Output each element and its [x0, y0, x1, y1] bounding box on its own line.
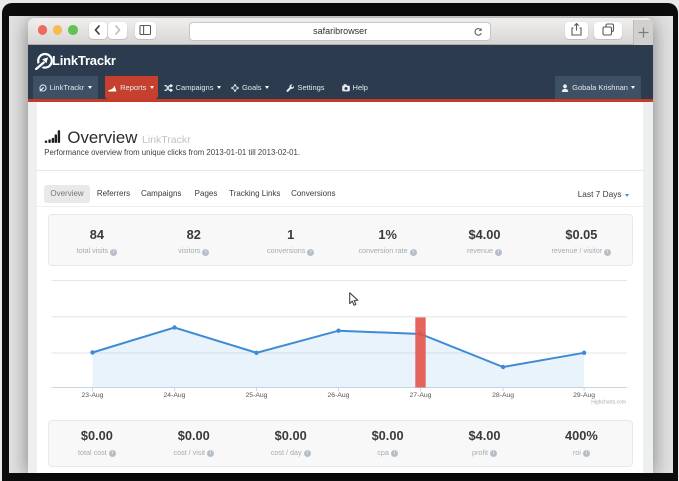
svg-text:23-Aug: 23-Aug — [81, 392, 103, 399]
svg-text:24-Aug: 24-Aug — [163, 392, 185, 399]
svg-text:26-Aug: 26-Aug — [327, 392, 349, 399]
svg-text:Highcharts.com: Highcharts.com — [591, 399, 626, 405]
svg-text:29-Aug: 29-Aug — [573, 392, 595, 399]
svg-text:28-Aug: 28-Aug — [492, 392, 514, 399]
svg-text:25-Aug: 25-Aug — [245, 392, 267, 399]
svg-text:27-Aug: 27-Aug — [409, 392, 431, 399]
